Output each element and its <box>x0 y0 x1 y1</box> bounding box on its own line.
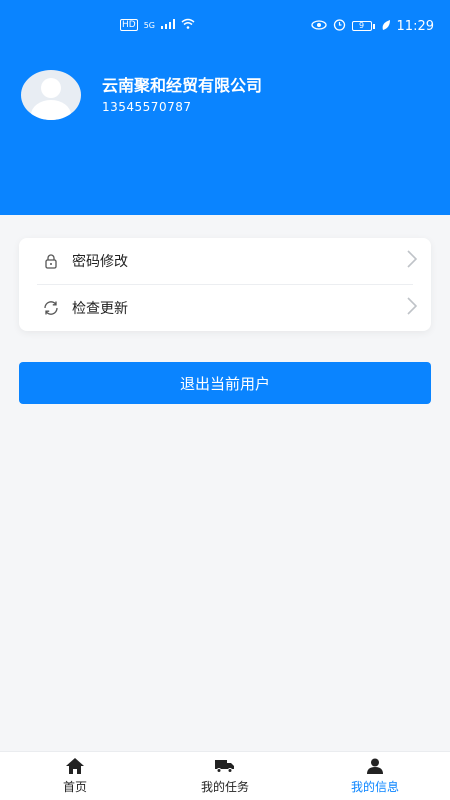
status-left: HD 5G <box>120 18 195 32</box>
menu-item-label: 检查更新 <box>72 301 128 317</box>
battery-icon: 9 <box>351 21 375 31</box>
chevron-right-icon <box>407 249 418 273</box>
wifi-icon <box>181 18 195 32</box>
tab-home[interactable]: 首页 <box>0 752 150 800</box>
tab-my-tasks[interactable]: 我的任务 <box>150 752 300 800</box>
bottom-tab-bar: 首页 我的任务 我的信息 <box>0 751 450 800</box>
menu-item-check-update[interactable]: 检查更新 <box>19 285 431 331</box>
menu-item-label: 密码修改 <box>72 254 128 270</box>
tab-my-info[interactable]: 我的信息 <box>300 752 450 800</box>
company-name: 云南聚和经贸有限公司 <box>102 76 263 95</box>
tab-label: 我的任务 <box>200 780 249 794</box>
profile-header: HD 5G 9 11:29 云南聚和经贸有限公司 13545570787 <box>0 0 450 215</box>
5g-icon: 5G <box>143 20 155 30</box>
chevron-right-icon <box>407 296 418 320</box>
alarm-icon <box>333 18 346 34</box>
lock-icon <box>41 251 61 271</box>
settings-card: 密码修改 检查更新 <box>19 238 431 331</box>
status-time: 11:29 <box>396 18 434 34</box>
tab-label: 首页 <box>62 780 87 794</box>
signal-icon <box>161 18 175 32</box>
battery-level: 9 <box>351 21 372 31</box>
status-right: 9 11:29 <box>310 18 434 34</box>
menu-item-change-password[interactable]: 密码修改 <box>19 238 431 284</box>
tab-label: 我的信息 <box>350 780 399 794</box>
refresh-icon <box>41 298 61 318</box>
home-icon <box>65 757 85 775</box>
avatar[interactable] <box>21 70 81 120</box>
leaf-icon <box>381 19 391 34</box>
user-icon <box>365 757 385 775</box>
eye-icon <box>310 19 327 33</box>
phone-number: 13545570787 <box>102 100 192 114</box>
status-bar: HD 5G 9 11:29 <box>0 14 450 38</box>
hd-icon: HD <box>120 19 138 31</box>
truck-icon <box>215 757 235 775</box>
logout-button[interactable]: 退出当前用户 <box>19 362 431 404</box>
